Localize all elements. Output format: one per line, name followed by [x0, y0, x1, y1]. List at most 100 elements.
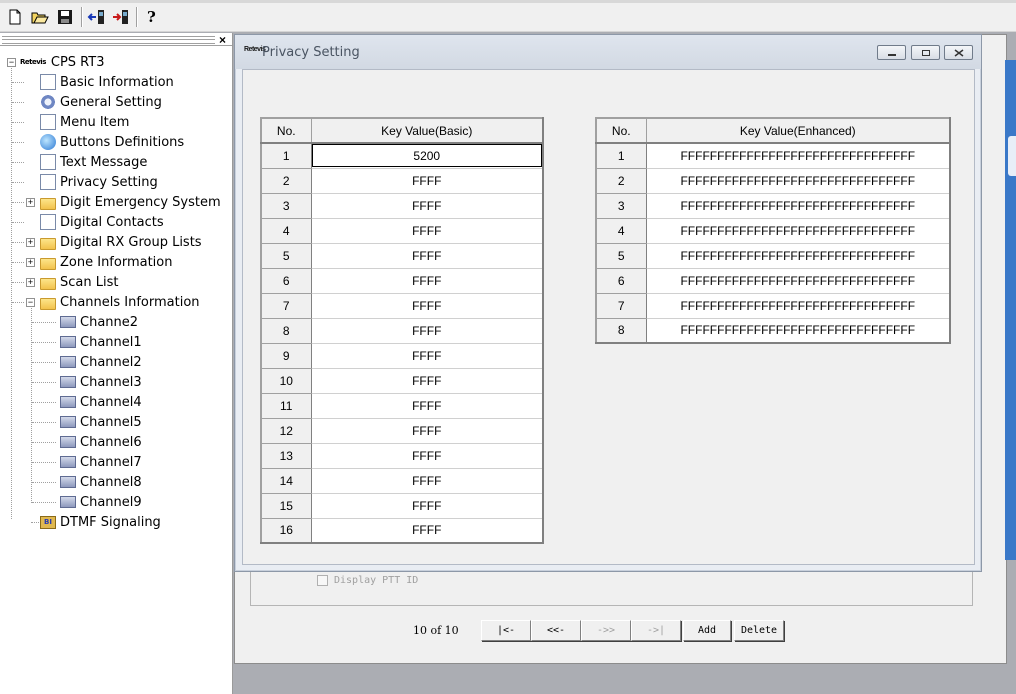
table-row: 8 FFFF	[260, 317, 544, 344]
key-value-cell[interactable]: FFFF	[310, 442, 544, 469]
tree-item-channel[interactable]: Channel2	[60, 352, 142, 372]
new-icon[interactable]	[4, 6, 26, 28]
row-number: 3	[260, 192, 312, 219]
tree-guide-line	[11, 63, 12, 519]
tree-item-label: Buttons Definitions	[60, 134, 185, 150]
key-value-cell[interactable]: FFFFFFFFFFFFFFFFFFFFFFFFFFFFFFFF	[645, 217, 951, 244]
message-icon	[40, 154, 56, 170]
previous-record-button[interactable]: <<-	[531, 620, 581, 641]
tree-branch-line	[12, 122, 24, 123]
tree-item-buttons-definitions[interactable]: Buttons Definitions	[40, 132, 184, 152]
tree-branch-line	[12, 302, 24, 303]
tree-item-channel[interactable]: Channel4	[60, 392, 142, 412]
key-value-cell[interactable]: FFFF	[310, 467, 544, 494]
key-value-cell[interactable]: FFFFFFFFFFFFFFFFFFFFFFFFFFFFFFFF	[645, 317, 951, 344]
dialog-titlebar[interactable]: Retevis Privacy Setting	[235, 35, 981, 69]
tree-item-digital-contacts[interactable]: Digital Contacts	[40, 212, 164, 232]
tree-branch-line	[32, 322, 56, 323]
tree-branch-line	[12, 202, 24, 203]
tree-item-text-message[interactable]: Text Message	[40, 152, 147, 172]
checkbox-box[interactable]	[317, 575, 328, 586]
tree-item-zone-information[interactable]: Zone Information	[40, 252, 172, 272]
key-value-cell[interactable]: FFFFFFFFFFFFFFFFFFFFFFFFFFFFFFFF	[645, 267, 951, 294]
delete-button[interactable]: Delete	[734, 620, 784, 641]
tree-item-channel[interactable]: Channel6	[60, 432, 142, 452]
table-row: 10 FFFF	[260, 367, 544, 394]
key-value-cell[interactable]: FFFF	[310, 217, 544, 244]
key-value-cell[interactable]: FFFF	[310, 267, 544, 294]
expand-icon[interactable]: +	[26, 258, 35, 267]
tree-root[interactable]: Retevis CPS RT3	[20, 52, 104, 72]
toolbar-separator	[136, 7, 138, 27]
column-header-key-basic[interactable]: Key Value(Basic)	[310, 117, 544, 144]
key-value-cell[interactable]: FFFFFFFFFFFFFFFFFFFFFFFFFFFFFFFF	[645, 242, 951, 269]
tree-item-digital-rx-group-lists[interactable]: Digital RX Group Lists	[40, 232, 202, 252]
add-button[interactable]: Add	[683, 620, 731, 641]
open-icon[interactable]	[29, 6, 51, 28]
key-value-cell[interactable]: FFFF	[310, 367, 544, 394]
dialog-title: Privacy Setting	[262, 45, 360, 60]
close-icon[interactable]	[944, 45, 973, 60]
help-icon[interactable]: ?	[141, 6, 163, 28]
tree-item-channel[interactable]: Channel8	[60, 472, 142, 492]
tree-item-channel[interactable]: Channel3	[60, 372, 142, 392]
save-icon[interactable]	[54, 6, 76, 28]
key-value-cell[interactable]: FFFF	[310, 517, 544, 544]
tree-item-channel[interactable]: Channel9	[60, 492, 142, 512]
folder-icon	[40, 197, 56, 210]
key-value-cell[interactable]: FFFFFFFFFFFFFFFFFFFFFFFFFFFFFFFF	[645, 192, 951, 219]
key-value-cell[interactable]: FFFFFFFFFFFFFFFFFFFFFFFFFFFFFFFF	[645, 167, 951, 194]
tree-item-dtmf-signaling[interactable]: BI DTMF Signaling	[40, 512, 161, 532]
tree-item-channel[interactable]: Channe2	[60, 312, 138, 332]
key-value-cell[interactable]: FFFF	[310, 167, 544, 194]
key-value-cell[interactable]: 5200	[310, 142, 544, 169]
key-value-cell[interactable]: FFFF	[310, 292, 544, 319]
expand-icon[interactable]: +	[26, 278, 35, 287]
column-header-key-enhanced[interactable]: Key Value(Enhanced)	[645, 117, 951, 144]
minimize-icon[interactable]	[877, 45, 906, 60]
key-value-cell[interactable]: FFFF	[310, 242, 544, 269]
row-number: 8	[260, 317, 312, 344]
key-value-cell[interactable]: FFFF	[310, 492, 544, 519]
maximize-icon[interactable]	[911, 45, 940, 60]
table-row: 6 FFFF	[260, 267, 544, 294]
expand-icon[interactable]: +	[26, 198, 35, 207]
contact-icon	[40, 214, 56, 230]
key-value-cell[interactable]: FFFFFFFFFFFFFFFFFFFFFFFFFFFFFFFF	[645, 142, 951, 169]
tree-item-privacy-setting[interactable]: Privacy Setting	[40, 172, 158, 192]
tree-item-label: Privacy Setting	[60, 174, 158, 190]
tree-item-general-setting[interactable]: General Setting	[40, 92, 162, 112]
tree-item-label: Channel8	[80, 474, 142, 490]
expand-icon[interactable]: +	[26, 238, 35, 247]
tree-item-label: Channel1	[80, 334, 142, 350]
key-value-cell[interactable]: FFFF	[310, 192, 544, 219]
project-tree-panel: × − Retevis CPS RT3 Basic Information Gen…	[0, 33, 233, 694]
tree-item-channel[interactable]: Channel5	[60, 412, 142, 432]
next-record-button[interactable]: ->>	[581, 620, 631, 641]
tree-item-basic-information[interactable]: Basic Information	[40, 72, 174, 92]
tree-branch-line	[32, 342, 56, 343]
column-header-no[interactable]: No.	[595, 117, 647, 144]
write-radio-icon[interactable]	[110, 6, 132, 28]
tree-item-channel[interactable]: Channel7	[60, 452, 142, 472]
read-radio-icon[interactable]	[86, 6, 108, 28]
column-header-no[interactable]: No.	[260, 117, 312, 144]
key-value-cell[interactable]: FFFF	[310, 417, 544, 444]
row-number: 10	[260, 367, 312, 394]
collapse-icon[interactable]: −	[26, 298, 35, 307]
key-value-cell[interactable]: FFFF	[310, 392, 544, 419]
panel-grip[interactable]	[2, 36, 215, 44]
key-value-cell[interactable]: FFFFFFFFFFFFFFFFFFFFFFFFFFFFFFFF	[645, 292, 951, 319]
key-value-cell[interactable]: FFFF	[310, 317, 544, 344]
last-record-button[interactable]: ->|	[631, 620, 681, 641]
tree-item-digit-emergency-system[interactable]: Digit Emergency System	[40, 192, 221, 212]
tree-item-menu-item[interactable]: Menu Item	[40, 112, 129, 132]
display-ptt-id-checkbox[interactable]: Display PTT ID	[317, 575, 418, 586]
tree-item-channel[interactable]: Channel1	[60, 332, 142, 352]
first-record-button[interactable]: |<-	[481, 620, 531, 641]
tree-item-channels-information[interactable]: Channels Information	[40, 292, 200, 312]
collapse-icon[interactable]: −	[7, 58, 16, 67]
key-value-cell[interactable]: FFFF	[310, 342, 544, 369]
tree-branch-line	[32, 382, 56, 383]
tree-item-scan-list[interactable]: Scan List	[40, 272, 118, 292]
